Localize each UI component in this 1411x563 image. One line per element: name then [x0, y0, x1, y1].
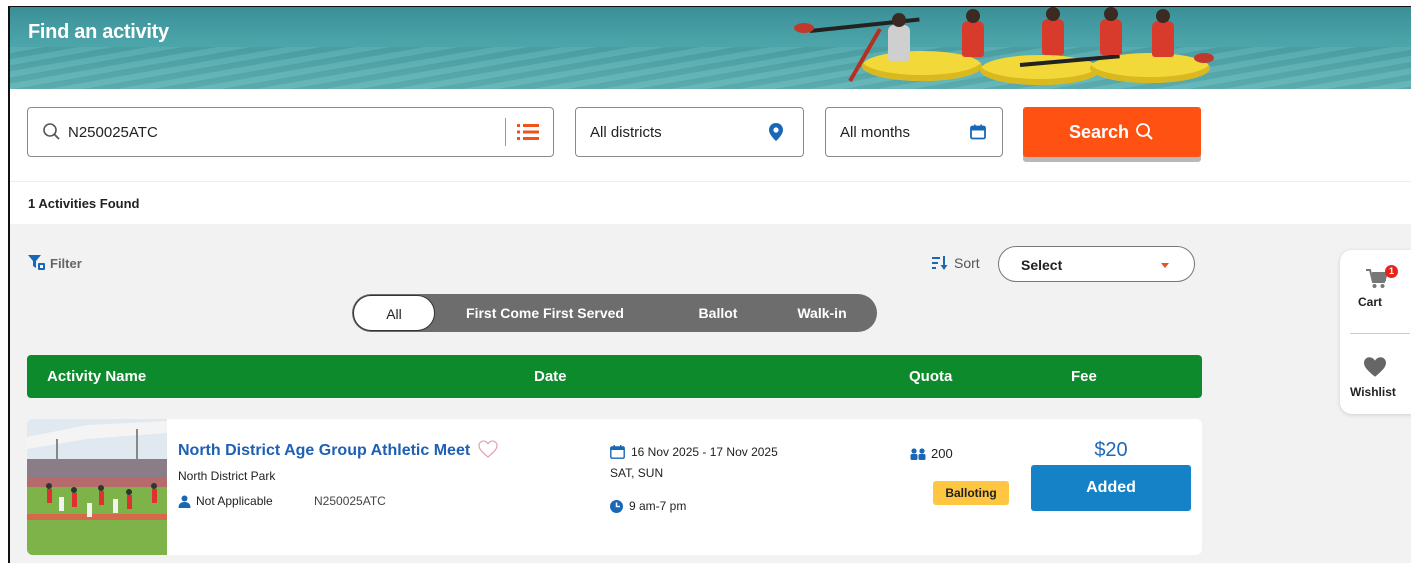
heart-outline-icon[interactable]	[477, 440, 498, 458]
results-count-bar: 1 Activities Found	[10, 181, 1411, 224]
sort-icon	[932, 256, 948, 270]
status-badge: Balloting	[933, 481, 1009, 505]
registration-type-tabs: All First Come First Served Ballot Walk-…	[352, 294, 877, 332]
column-header-date: Date	[534, 368, 567, 385]
filter-label: Filter	[50, 255, 82, 271]
activity-title: North District Age Group Athletic Meet	[178, 442, 471, 459]
add-to-cart-button[interactable]: Added	[1031, 465, 1191, 511]
clock-icon	[610, 499, 623, 513]
column-header-quota: Quota	[909, 368, 953, 385]
activity-fee: $20	[1094, 439, 1128, 461]
activity-title-link[interactable]: North District Age Group Athletic Meet	[178, 440, 498, 460]
activity-code: N250025ATC	[314, 494, 386, 508]
target-group: Not Applicable	[178, 494, 273, 508]
column-header-activity-name: Activity Name	[47, 368, 147, 385]
activity-date-range: 16 Nov 2025 - 17 Nov 2025	[610, 445, 778, 459]
activity-quota: 200	[909, 446, 953, 461]
sort-select[interactable]: Select	[998, 246, 1195, 282]
results-count: 1 Activities Found	[28, 196, 140, 211]
date-range-text: 16 Nov 2025 - 17 Nov 2025	[631, 445, 778, 459]
tab-all[interactable]: All	[353, 295, 435, 331]
sort-label: Sort	[954, 255, 980, 271]
keyword-search-input[interactable]: N250025ATC	[27, 107, 554, 157]
table-row: North District Age Group Athletic Meet N…	[27, 419, 1202, 555]
people-icon	[910, 447, 926, 460]
sort-select-value: Select	[1021, 257, 1063, 273]
field-divider	[505, 118, 506, 146]
heart-icon	[1364, 357, 1386, 377]
keyword-value: N250025ATC	[68, 123, 158, 141]
district-value: All districts	[590, 123, 662, 141]
search-bar: N250025ATC All districts All months Sear…	[10, 89, 1411, 181]
activity-time: 9 am-7 pm	[610, 499, 686, 513]
sort-control[interactable]: Sort	[932, 255, 980, 271]
search-button-label: Search	[1068, 121, 1130, 142]
cart-button[interactable]: 1 Cart	[1340, 250, 1411, 330]
time-text: 9 am-7 pm	[629, 499, 687, 513]
search-button[interactable]: Search	[1023, 107, 1201, 157]
month-value: All months	[840, 123, 911, 141]
search-icon	[1136, 123, 1153, 140]
cart-count-badge: 1	[1385, 265, 1398, 278]
filter-button[interactable]: Filter	[28, 255, 82, 271]
location-pin-icon	[769, 123, 783, 141]
column-header-fee: Fee	[1071, 368, 1097, 385]
calendar-icon	[970, 124, 986, 140]
page-title: Find an activity	[28, 21, 169, 43]
activity-thumbnail[interactable]	[27, 419, 167, 555]
district-select[interactable]: All districts	[575, 107, 804, 157]
list-icon[interactable]	[517, 123, 539, 141]
cart-label: Cart	[1358, 295, 1383, 309]
month-select[interactable]: All months	[825, 107, 1003, 157]
activity-location: North District Park	[178, 469, 276, 483]
hero-banner: Find an activity	[10, 7, 1411, 89]
search-icon	[43, 123, 60, 140]
tab-walk-in[interactable]: Walk-in	[782, 294, 862, 332]
page-frame: Find an activity N250025ATC All district…	[8, 6, 1411, 563]
results-table-header: Activity Name Date Quota Fee	[27, 355, 1202, 398]
quota-value: 200	[931, 446, 953, 461]
wishlist-button[interactable]	[1340, 334, 1411, 414]
activity-days: SAT, SUN	[610, 466, 664, 480]
person-icon	[178, 495, 191, 508]
caret-down-icon	[1161, 263, 1169, 268]
filter-icon	[28, 255, 45, 270]
tab-first-come-first-served[interactable]: First Come First Served	[457, 294, 633, 332]
tab-ballot[interactable]: Ballot	[682, 294, 754, 332]
target-group-label: Not Applicable	[196, 494, 273, 508]
athletics-photo	[27, 419, 167, 555]
calendar-icon	[610, 445, 625, 459]
floating-side-panel: 1 Cart Wishlist	[1340, 250, 1411, 414]
wishlist-label: Wishlist	[1350, 385, 1396, 399]
